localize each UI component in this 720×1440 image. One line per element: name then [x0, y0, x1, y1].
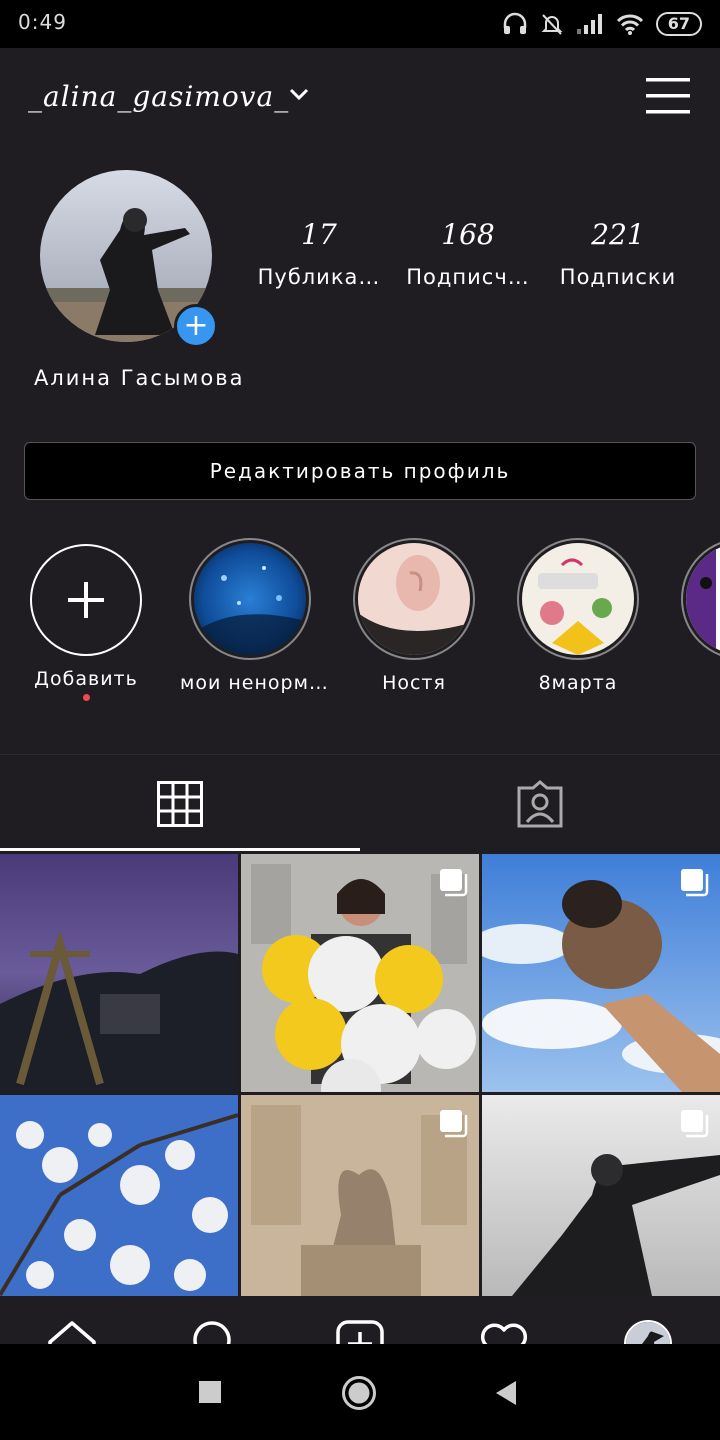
post-thumbnail[interactable]: [0, 854, 238, 1092]
highlight-item[interactable]: Ностя: [344, 538, 484, 694]
highlight-item[interactable]: мои ненорм…: [180, 538, 329, 694]
post-thumbnail[interactable]: [482, 1095, 720, 1296]
wifi-icon: [616, 14, 643, 35]
add-highlight-circle[interactable]: [30, 544, 142, 656]
nav-home[interactable]: [0, 1296, 144, 1344]
plus-icon: [68, 582, 104, 618]
grid-icon: [157, 781, 203, 827]
followers-count[interactable]: 168 Подписч…: [393, 218, 543, 289]
home-icon: [48, 1321, 96, 1344]
status-bar: 0:49 67: [0, 0, 720, 48]
profile-screen: _alina_gasimova_ + 17 Публика… 168 Подпи…: [0, 48, 720, 1344]
multi-post-icon: [681, 869, 709, 897]
stat-label: Подписч…: [406, 265, 530, 289]
tab-tagged[interactable]: [360, 756, 720, 852]
highlight-item[interactable]: СН: [672, 538, 720, 694]
multi-post-icon: [440, 1110, 468, 1138]
highlight-cover: [522, 543, 634, 655]
search-icon: [193, 1321, 231, 1344]
following-count[interactable]: 221 Подписки: [543, 218, 693, 289]
multi-post-icon: [440, 869, 468, 897]
highlight-label: СН: [672, 672, 720, 694]
profile-avatar: [624, 1320, 672, 1344]
post-thumbnail[interactable]: [482, 854, 720, 1092]
post-thumbnail[interactable]: [241, 1095, 479, 1296]
back-icon[interactable]: [494, 1380, 518, 1406]
multi-post-icon: [681, 1110, 709, 1138]
add-post-icon: [336, 1320, 384, 1344]
highlight-ring: [517, 538, 639, 660]
notification-dot: [82, 694, 90, 701]
top-bar: _alina_gasimova_: [0, 48, 720, 144]
post-thumbnail[interactable]: [241, 854, 479, 1092]
highlight-add[interactable]: Добавить: [16, 538, 156, 701]
status-time: 0:49: [18, 10, 67, 34]
bottom-navigation: [0, 1296, 720, 1344]
highlight-cover: [194, 543, 306, 655]
add-story-button[interactable]: +: [174, 304, 218, 348]
highlight-label: Ностя: [382, 672, 446, 694]
chevron-down-icon[interactable]: [288, 86, 310, 102]
recents-icon[interactable]: [198, 1380, 222, 1404]
stat-label: Публика…: [257, 265, 381, 289]
highlight-ring: [353, 538, 475, 660]
username[interactable]: _alina_gasimova_: [28, 80, 289, 113]
highlight-label: Добавить: [34, 668, 138, 690]
tagged-icon: [517, 780, 563, 828]
system-navigation-bar: [0, 1344, 720, 1440]
nav-add-post[interactable]: [288, 1296, 432, 1344]
full-name: Алина Гасымова: [34, 366, 245, 390]
divider: [0, 754, 720, 755]
post-thumbnail[interactable]: [0, 1095, 238, 1296]
nav-search[interactable]: [144, 1296, 288, 1344]
tab-grid[interactable]: [0, 756, 360, 852]
hamburger-menu-icon[interactable]: [646, 78, 690, 114]
status-icons: 67: [502, 10, 702, 38]
headphones-icon: [503, 12, 526, 34]
muted-bell-icon: [541, 14, 563, 35]
stat-value: 221: [591, 218, 645, 251]
battery-indicator: 67: [655, 12, 702, 36]
edit-profile-button[interactable]: Редактировать профиль: [24, 442, 696, 500]
stat-label: Подписки: [559, 265, 677, 289]
highlight-item[interactable]: 8марта: [508, 538, 648, 694]
home-circle-icon[interactable]: [341, 1375, 377, 1411]
nav-profile[interactable]: [576, 1296, 720, 1344]
highlight-ring: [681, 538, 720, 660]
selected-tab-indicator: [0, 848, 360, 851]
signal-icon: [576, 14, 602, 34]
highlight-label: мои ненорм…: [180, 672, 329, 694]
heart-icon: [480, 1323, 528, 1344]
stat-value: 168: [441, 218, 495, 251]
posts-count[interactable]: 17 Публика…: [244, 218, 394, 289]
highlight-label: 8марта: [538, 672, 618, 694]
stat-value: 17: [301, 218, 337, 251]
highlight-cover: [686, 543, 720, 655]
highlight-cover: [358, 543, 470, 655]
highlight-ring: [189, 538, 311, 660]
nav-activity[interactable]: [432, 1296, 576, 1344]
